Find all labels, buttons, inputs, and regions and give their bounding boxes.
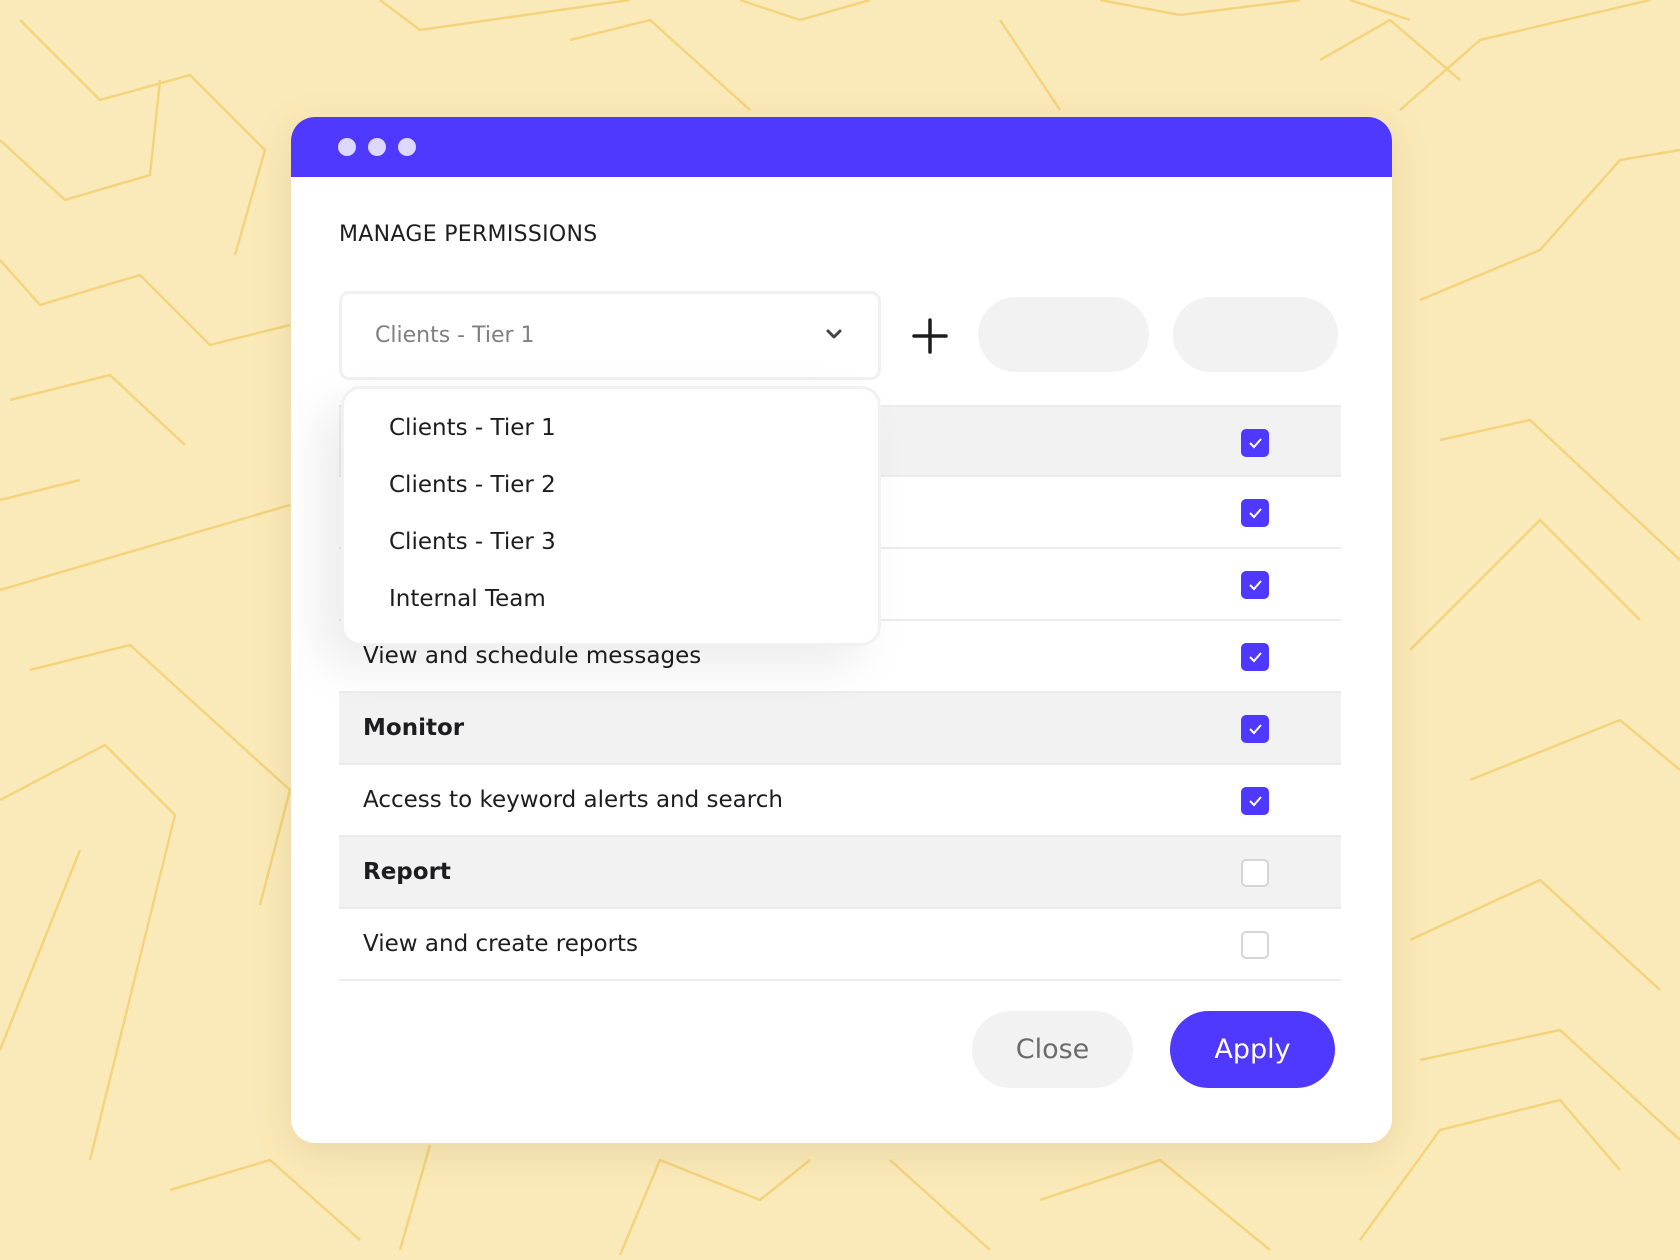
check-icon [1249, 508, 1262, 519]
permission-checkbox[interactable] [1241, 859, 1269, 887]
apply-button[interactable]: Apply [1170, 1011, 1335, 1088]
permission-checkbox[interactable] [1241, 715, 1269, 743]
plus-icon[interactable] [911, 317, 949, 355]
dropdown-option[interactable]: Clients - Tier 1 [344, 399, 878, 456]
permission-checkbox[interactable] [1241, 499, 1269, 527]
check-icon [1249, 724, 1262, 735]
permission-checkbox[interactable] [1241, 787, 1269, 815]
permission-checkbox[interactable] [1241, 643, 1269, 671]
placeholder-pill-button[interactable] [978, 297, 1149, 372]
check-icon [1249, 580, 1262, 591]
permission-label: View and schedule messages [363, 643, 702, 669]
window-control-dot[interactable] [398, 138, 416, 156]
group-select[interactable]: Clients - Tier 1 [339, 291, 881, 380]
group-dropdown-menu: Clients - Tier 1 Clients - Tier 2 Client… [341, 386, 881, 646]
placeholder-pill-button[interactable] [1173, 297, 1338, 372]
group-select-value: Clients - Tier 1 [375, 323, 535, 348]
permission-checkbox[interactable] [1241, 429, 1269, 457]
permission-row: View and create reports [339, 909, 1341, 981]
permission-group-row: Monitor [339, 693, 1341, 765]
dropdown-option[interactable]: Internal Team [344, 570, 878, 627]
chevron-down-icon [826, 329, 842, 339]
check-icon [1249, 438, 1262, 449]
permission-row: Access to keyword alerts and search [339, 765, 1341, 837]
check-icon [1249, 652, 1262, 663]
window-control-dot[interactable] [368, 138, 386, 156]
window-control-dot[interactable] [338, 138, 356, 156]
permission-label: Monitor [363, 715, 465, 741]
permission-group-row: Report [339, 837, 1341, 909]
dropdown-option[interactable]: Clients - Tier 2 [344, 456, 878, 513]
permission-checkbox[interactable] [1241, 931, 1269, 959]
manage-permissions-dialog: MANAGE PERMISSIONS Clients - Tier 1 View… [291, 117, 1392, 1143]
dropdown-option[interactable]: Clients - Tier 3 [344, 513, 878, 570]
permission-label: Report [363, 859, 451, 885]
permission-label: Access to keyword alerts and search [363, 787, 783, 813]
window-titlebar [291, 117, 1392, 177]
check-icon [1249, 796, 1262, 807]
dialog-title: MANAGE PERMISSIONS [339, 222, 598, 247]
permission-label: View and create reports [363, 931, 639, 957]
permission-checkbox[interactable] [1241, 571, 1269, 599]
close-button[interactable]: Close [972, 1011, 1133, 1088]
